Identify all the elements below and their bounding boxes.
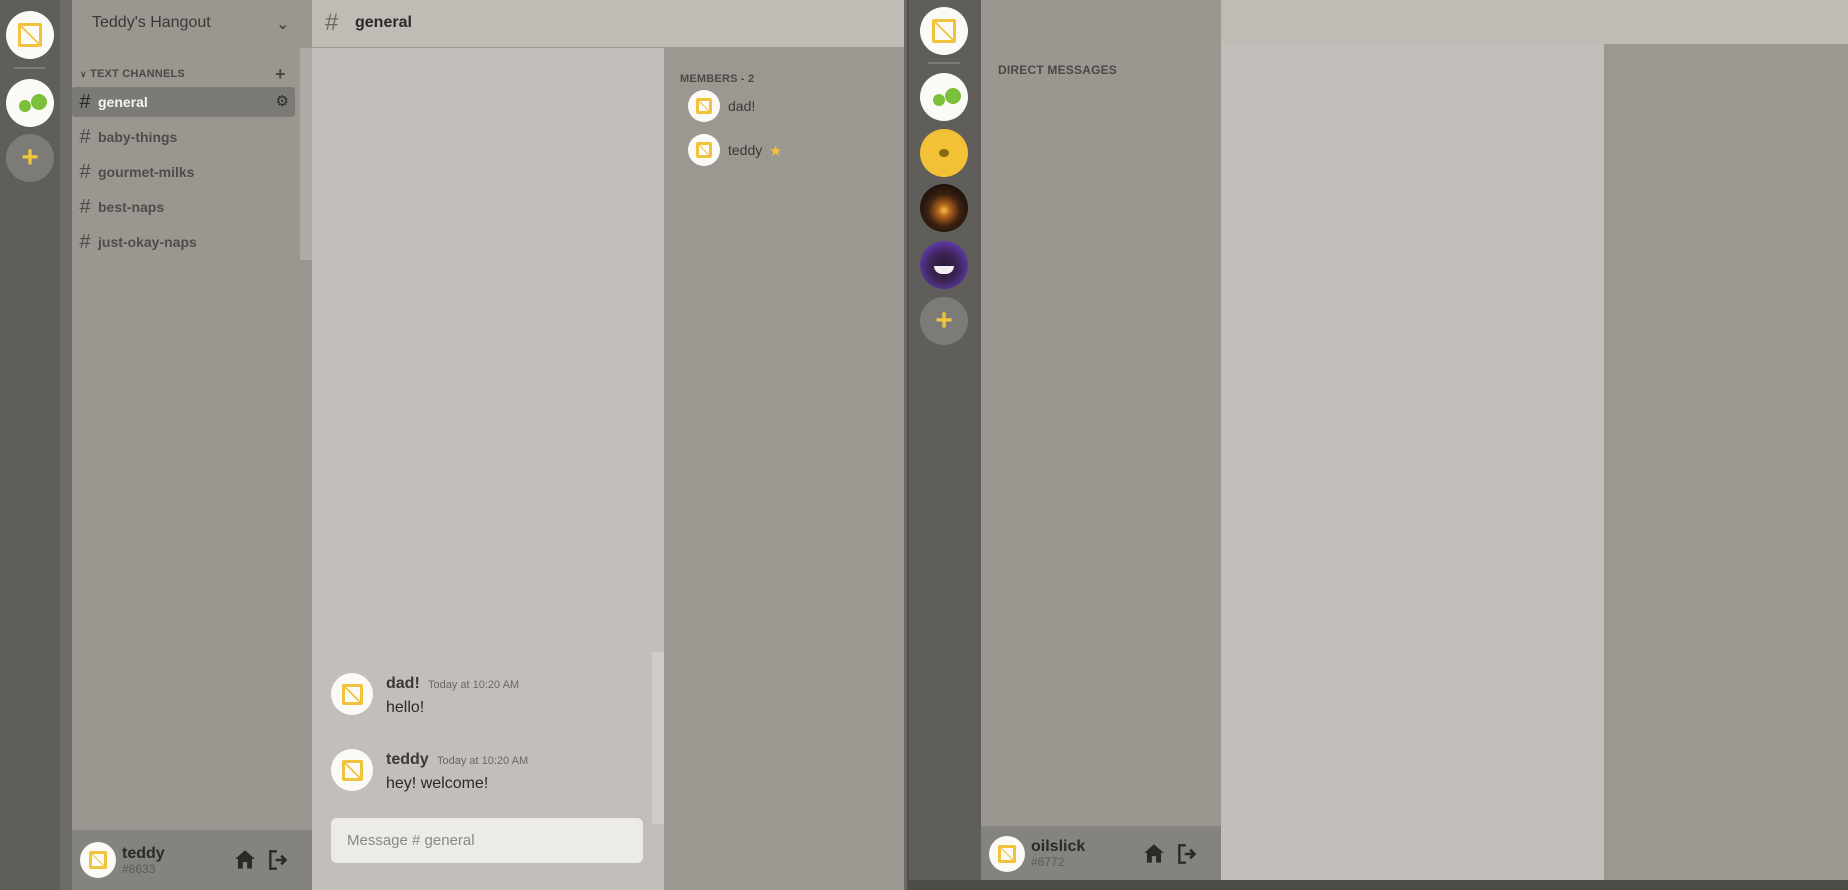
channel-just-okay-naps[interactable]: # just-okay-naps xyxy=(72,227,295,257)
grin-icon xyxy=(934,266,954,274)
text-channels-header[interactable]: ∨ TEXT CHANNELS xyxy=(80,68,185,80)
add-server-button[interactable]: + xyxy=(6,134,54,182)
hash-icon: # xyxy=(79,125,91,148)
avatar-logo-icon xyxy=(696,142,712,158)
channel-label: baby-things xyxy=(98,129,178,145)
channel-label: general xyxy=(98,94,148,110)
app-logo-icon xyxy=(18,23,42,47)
rail-divider xyxy=(60,0,72,890)
server-icon-teddys-hangout[interactable] xyxy=(920,73,968,121)
home-logo-button[interactable] xyxy=(920,7,968,55)
username: teddy xyxy=(122,845,165,862)
message-text: hello! xyxy=(386,699,425,716)
message-author[interactable]: teddy xyxy=(386,751,429,769)
channel-gourmet-milks[interactable]: # gourmet-milks xyxy=(72,157,295,187)
channel-best-naps[interactable]: # best-naps xyxy=(72,192,295,222)
member-name[interactable]: teddy xyxy=(728,142,762,158)
green-apple-icon xyxy=(19,100,31,112)
server-icon-ghost[interactable] xyxy=(920,241,968,289)
small-emblem-icon xyxy=(939,149,949,157)
text-channels-label: TEXT CHANNELS xyxy=(90,68,185,80)
green-apple-icon xyxy=(31,94,47,110)
members-panel xyxy=(664,48,904,890)
rail-separator xyxy=(14,67,46,69)
member-name[interactable]: dad! xyxy=(728,98,755,114)
channel-scrollbar[interactable] xyxy=(300,48,312,260)
avatar-logo-icon xyxy=(341,759,363,781)
hash-icon: # xyxy=(79,195,91,218)
user-panel: oilslick #6772 xyxy=(981,826,1221,880)
username: oilslick xyxy=(1031,838,1086,855)
user-tag: #8633 xyxy=(122,862,156,876)
server-icon-teddys-hangout[interactable] xyxy=(6,79,54,127)
message-avatar[interactable] xyxy=(331,749,373,791)
avatar-logo-icon xyxy=(89,851,107,869)
message-input[interactable] xyxy=(331,818,643,863)
add-server-button[interactable]: + xyxy=(920,297,968,345)
window-bottom-edge xyxy=(907,880,1848,890)
channel-baby-things[interactable]: # baby-things xyxy=(72,122,295,152)
user-tag: #6772 xyxy=(1031,855,1065,869)
avatar-logo-icon xyxy=(341,683,363,705)
channel-label: gourmet-milks xyxy=(98,164,195,180)
gear-icon[interactable]: ⚙ xyxy=(276,92,289,110)
message-timestamp: Today at 10:20 AM xyxy=(437,755,529,767)
side-panel xyxy=(1604,44,1848,886)
avatar-logo-icon xyxy=(998,845,1016,863)
main-content xyxy=(1221,44,1604,886)
chat-scrollbar[interactable] xyxy=(652,652,664,824)
server-icon-sunset[interactable] xyxy=(920,184,968,232)
home-icon[interactable] xyxy=(1141,841,1167,867)
server-icon-yellow[interactable] xyxy=(920,129,968,177)
top-bar xyxy=(1221,0,1848,45)
logout-icon[interactable] xyxy=(266,847,292,873)
user-panel: teddy #8633 xyxy=(72,830,312,890)
green-apple-icon xyxy=(933,94,945,106)
message-avatar[interactable] xyxy=(331,673,373,715)
direct-messages-header: DIRECT MESSAGES xyxy=(998,63,1118,77)
server-name[interactable]: Teddy's Hangout xyxy=(92,14,211,32)
message-text: hey! welcome! xyxy=(386,775,489,792)
hash-icon: # xyxy=(79,90,91,113)
member-avatar[interactable] xyxy=(688,134,720,166)
avatar-logo-icon xyxy=(696,98,712,114)
app-logo-icon xyxy=(932,19,956,43)
channel-title: general xyxy=(355,14,412,31)
logout-icon[interactable] xyxy=(1175,841,1201,867)
chevron-down-icon[interactable]: ⌄ xyxy=(276,14,289,34)
hash-icon: # xyxy=(79,160,91,183)
rail-separator xyxy=(928,62,960,64)
channel-label: best-naps xyxy=(98,199,165,215)
channel-general[interactable]: # general ⚙ xyxy=(72,87,295,117)
collapse-chevron-icon: ∨ xyxy=(80,69,87,79)
hash-icon: # xyxy=(79,230,91,253)
hash-icon: # xyxy=(325,9,339,36)
members-header: MEMBERS - 2 xyxy=(680,73,755,85)
message-timestamp: Today at 10:20 AM xyxy=(428,679,520,691)
channel-label: just-okay-naps xyxy=(98,234,197,250)
add-channel-icon[interactable]: + xyxy=(275,64,286,85)
member-avatar[interactable] xyxy=(688,90,720,122)
home-icon[interactable] xyxy=(232,847,258,873)
dm-sidebar xyxy=(981,0,1221,890)
star-icon: ★ xyxy=(769,143,783,160)
plus-icon: + xyxy=(21,141,39,174)
message-author[interactable]: dad! xyxy=(386,675,420,693)
plus-icon: + xyxy=(935,304,953,337)
avatar[interactable] xyxy=(989,836,1025,872)
avatar[interactable] xyxy=(80,842,116,878)
green-apple-icon xyxy=(945,88,961,104)
home-logo-button[interactable] xyxy=(6,11,54,59)
